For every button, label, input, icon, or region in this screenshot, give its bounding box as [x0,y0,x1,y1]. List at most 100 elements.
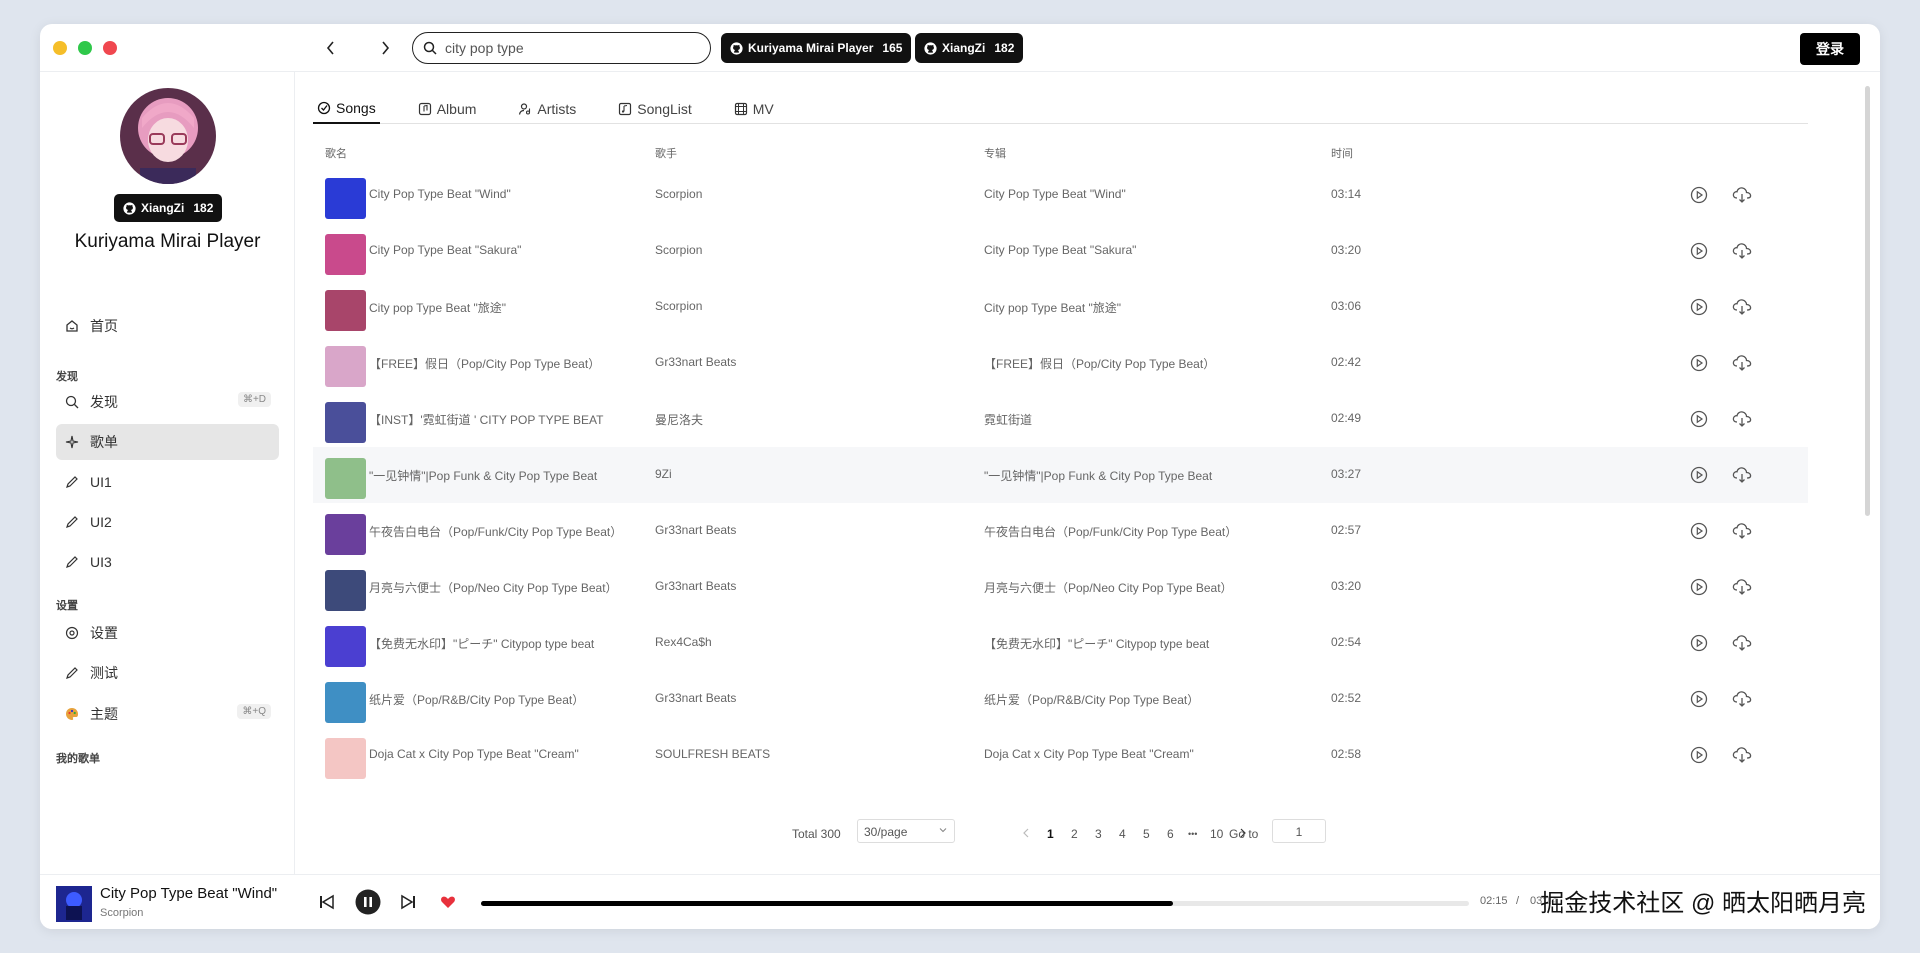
play-song-button[interactable] [1687,183,1711,207]
download-song-button[interactable] [1730,183,1754,207]
next-track-button[interactable] [395,889,421,915]
sidebar-item-discover[interactable]: 发现 ⌘+D [56,384,279,420]
sidebar-item-playlist[interactable]: 歌单 [56,424,279,460]
song-album[interactable]: 纸片爱（Pop/R&B/City Pop Type Beat） [984,691,1199,708]
song-album[interactable]: "一见钟情"|Pop Funk & City Pop Type Beat [984,467,1212,484]
table-row[interactable]: City pop Type Beat "旅途" Scorpion City pop … [313,279,1808,335]
table-row[interactable]: City Pop Type Beat "Sakura" Scorpion City … [313,223,1808,279]
sidebar-item-ui1[interactable]: UI1 [56,464,279,500]
table-row[interactable]: 午夜告白电台（Pop/Funk/City Pop Type Beat） Gr33n… [313,503,1808,559]
maximize-window-button[interactable] [78,41,92,55]
download-song-button[interactable] [1730,239,1754,263]
song-name[interactable]: Doja Cat x City Pop Type Beat "Cream" [369,747,579,761]
song-singer[interactable]: Gr33nart Beats [655,523,736,537]
table-row[interactable]: 【INST】'霓虹街道 ' CITY POP TYPE BEAT 曼尼洛夫 霓虹街道… [313,391,1808,447]
song-album[interactable]: 月亮与六便士（Pop/Neo City Pop Type Beat） [984,579,1233,596]
song-album[interactable]: 午夜告白电台（Pop/Funk/City Pop Type Beat） [984,523,1237,540]
song-singer[interactable]: Gr33nart Beats [655,691,736,705]
play-song-button[interactable] [1687,351,1711,375]
prev-page-button[interactable] [1022,827,1030,841]
song-name[interactable]: 纸片爱（Pop/R&B/City Pop Type Beat） [369,691,584,708]
table-row[interactable]: City Pop Type Beat "Luv Letter"ScorpionC… [313,783,1808,793]
song-name[interactable]: "一见钟情"|Pop Funk & City Pop Type Beat [369,467,597,484]
tab-artists[interactable]: Artists [514,94,580,124]
close-window-button[interactable] [103,41,117,55]
progress-bar[interactable] [481,901,1469,906]
pause-button[interactable] [355,889,381,915]
song-cover[interactable] [325,514,366,555]
page-3[interactable]: 3 [1095,827,1102,841]
tab-album[interactable]: Album [414,94,481,124]
download-song-button[interactable] [1730,463,1754,487]
song-album[interactable]: City Pop Type Beat "Sakura" [984,243,1136,257]
download-song-button[interactable] [1730,295,1754,319]
now-playing-cover[interactable] [56,886,92,922]
song-singer[interactable]: Scorpion [655,243,702,257]
song-singer[interactable]: Scorpion [655,187,702,201]
sidebar-item-test[interactable]: 测试 [56,655,279,691]
song-singer[interactable]: SOULFRESH BEATS [655,747,770,761]
song-cover[interactable] [325,346,366,387]
back-button[interactable] [319,36,343,60]
play-song-button[interactable] [1687,743,1711,767]
song-name[interactable]: City Pop Type Beat "Sakura" [369,243,521,257]
song-cover[interactable] [325,234,366,275]
play-song-button[interactable] [1687,407,1711,431]
tab-songlist[interactable]: SongList [614,94,695,124]
page-4[interactable]: 4 [1119,827,1126,841]
play-song-button[interactable] [1687,519,1711,543]
song-name[interactable]: 【INST】'霓虹街道 ' CITY POP TYPE BEAT [369,411,603,428]
search-box[interactable] [412,32,711,64]
table-row[interactable]: Doja Cat x City Pop Type Beat "Cream" SOU… [313,727,1808,783]
song-cover[interactable] [325,290,366,331]
song-name[interactable]: 午夜告白电台（Pop/Funk/City Pop Type Beat） [369,523,622,540]
song-cover[interactable] [325,570,366,611]
table-row[interactable]: City Pop Type Beat "Wind" Scorpion City Po… [313,167,1808,223]
sidebar-item-ui3[interactable]: UI3 [56,544,279,580]
tab-mv[interactable]: MV [730,94,778,124]
page-5[interactable]: 5 [1143,827,1150,841]
play-song-button[interactable] [1687,463,1711,487]
goto-input[interactable]: 1 [1272,819,1326,843]
scrollbar[interactable] [1865,86,1870,516]
song-cover[interactable] [325,402,366,443]
like-button[interactable] [435,889,461,915]
page-size-select[interactable]: 30/page [857,819,955,843]
song-album[interactable]: 【FREE】假日（Pop/City Pop Type Beat） [984,355,1215,372]
sidebar-item-theme[interactable]: 主题 ⌘+Q [56,696,279,732]
sidebar-item-ui2[interactable]: UI2 [56,504,279,540]
page-1[interactable]: 1 [1047,827,1054,841]
download-song-button[interactable] [1730,407,1754,431]
song-singer[interactable]: Gr33nart Beats [655,579,736,593]
song-cover[interactable] [325,458,366,499]
login-button[interactable]: 登录 [1800,33,1860,65]
table-row[interactable]: 纸片爱（Pop/R&B/City Pop Type Beat） Gr33nart … [313,671,1808,727]
page-2[interactable]: 2 [1071,827,1078,841]
song-album[interactable]: Doja Cat x City Pop Type Beat "Cream" [984,747,1194,761]
download-song-button[interactable] [1730,519,1754,543]
avatar[interactable] [120,88,216,184]
song-name[interactable]: City Pop Type Beat "Wind" [369,187,511,201]
forward-button[interactable] [373,36,397,60]
table-row[interactable]: 【FREE】假日（Pop/City Pop Type Beat） Gr33nart… [313,335,1808,391]
song-singer[interactable]: Gr33nart Beats [655,355,736,369]
song-album[interactable]: City Pop Type Beat "Wind" [984,187,1126,201]
song-cover[interactable] [325,738,366,779]
song-singer[interactable]: Rex4Ca$h [655,635,712,649]
github-repo-badge[interactable]: Kuriyama Mirai Player 165 [721,33,912,63]
sidebar-item-settings[interactable]: 设置 [56,615,279,651]
song-name[interactable]: 【免费无水印】"ピーチ" Citypop type beat [369,635,594,652]
minimize-window-button[interactable] [53,41,67,55]
page-6[interactable]: 6 [1167,827,1174,841]
github-user-badge[interactable]: XiangZi 182 [915,33,1024,63]
song-singer[interactable]: Scorpion [655,299,702,313]
play-song-button[interactable] [1687,295,1711,319]
song-singer[interactable]: 9Zi [655,467,672,481]
song-name[interactable]: 月亮与六便士（Pop/Neo City Pop Type Beat） [369,579,618,596]
sidebar-github-badge[interactable]: XiangZi 182 [114,194,223,222]
song-album[interactable]: 霓虹街道 [984,411,1032,428]
song-album[interactable]: City pop Type Beat "旅途" [984,299,1121,316]
table-row[interactable]: 【免费无水印】"ピーチ" Citypop type beat Rex4Ca$h 【免… [313,615,1808,671]
download-song-button[interactable] [1730,687,1754,711]
tab-songs[interactable]: Songs [313,94,380,124]
